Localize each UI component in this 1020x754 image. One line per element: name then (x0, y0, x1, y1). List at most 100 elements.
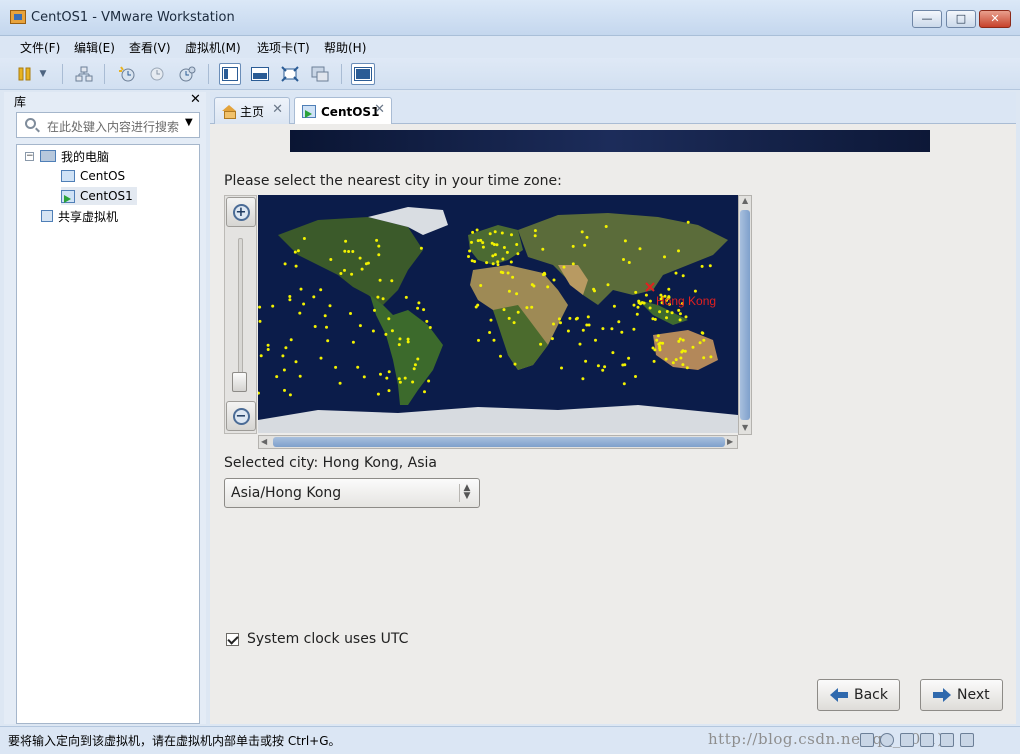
snapshot-manager-icon[interactable] (176, 63, 198, 85)
next-button[interactable]: Next (920, 679, 1003, 711)
utc-checkbox[interactable] (226, 632, 239, 646)
city-dot (427, 379, 431, 383)
utc-option[interactable]: System clock uses UTC (226, 631, 408, 647)
display-icon[interactable] (960, 733, 974, 747)
tab-home[interactable]: 主页 ✕ (214, 97, 290, 124)
zoom-out-button[interactable]: − (226, 401, 256, 431)
console-view-icon[interactable] (219, 63, 241, 85)
vm-console[interactable]: Please select the nearest city in your t… (210, 124, 1016, 724)
vm-icon (61, 170, 75, 182)
city-dot (467, 255, 470, 258)
menu-help[interactable]: 帮助(H) (324, 39, 366, 56)
cd-icon[interactable] (880, 733, 894, 747)
toolbar-separator (208, 64, 209, 84)
city-dot (356, 365, 360, 369)
scroll-down-icon[interactable]: ▼ (742, 423, 748, 432)
library-search-input[interactable]: 在此处键入内容进行搜索 ▼ (16, 112, 200, 138)
tree-item-centos1[interactable]: CentOS1 (61, 187, 137, 205)
back-button[interactable]: Back (817, 679, 900, 711)
city-dot (636, 305, 640, 309)
thumbnail-icon[interactable] (309, 63, 331, 85)
window-title: CentOS1 - VMware Workstation (31, 10, 235, 25)
tab-centos1[interactable]: CentOS1 ✕ (294, 97, 392, 125)
city-dot (489, 318, 493, 322)
city-dot (283, 388, 286, 392)
tree-item-centos[interactable]: CentOS (61, 167, 125, 185)
city-dot (349, 312, 352, 315)
map-vertical-scrollbar[interactable]: ▲ ▼ (738, 195, 752, 435)
scroll-thumb[interactable] (273, 437, 725, 447)
zoom-slider-handle[interactable] (232, 372, 247, 392)
snapshot-icon[interactable] (116, 63, 138, 85)
city-dot (275, 375, 279, 379)
tab-close-icon[interactable]: ✕ (272, 102, 283, 117)
select-spinner-icon: ▲ ▼ (459, 484, 474, 502)
city-dot (610, 327, 614, 331)
menu-file[interactable]: 文件(F) (20, 39, 60, 56)
zoom-in-button[interactable]: + (226, 197, 256, 227)
unity-icon[interactable] (279, 63, 301, 85)
city-dot (642, 301, 646, 305)
city-dot (702, 338, 706, 342)
map-horizontal-scrollbar[interactable]: ◀ ▶ (258, 435, 738, 449)
library-close-icon[interactable]: ✕ (190, 92, 201, 107)
toolbar-separator (62, 64, 63, 84)
toolbar-separator (341, 64, 342, 84)
city-dot (539, 342, 543, 346)
city-dot (530, 305, 534, 309)
hdd-icon[interactable] (860, 733, 874, 747)
menu-vm[interactable]: 虚拟机(M) (185, 39, 241, 56)
city-dot (685, 366, 689, 370)
back-label: Back (854, 687, 888, 703)
close-button[interactable]: ✕ (979, 10, 1011, 28)
library-panel: 库 ✕ 在此处键入内容进行搜索 ▼ − 我的电脑 CentOS CentOS1 … (4, 92, 206, 724)
menu-tabs[interactable]: 选项卡(T) (257, 39, 310, 56)
scroll-up-icon[interactable]: ▲ (742, 196, 748, 205)
tree-label: 共享虚拟机 (58, 209, 119, 224)
scroll-right-icon[interactable]: ▶ (727, 437, 733, 446)
minimize-button[interactable]: — (912, 10, 942, 28)
menu-edit[interactable]: 编辑(E) (74, 39, 115, 56)
network-status-icon[interactable] (900, 733, 914, 747)
scroll-left-icon[interactable]: ◀ (261, 437, 267, 446)
city-dot (585, 323, 589, 327)
pause-icon[interactable] (14, 63, 36, 85)
city-dot (652, 359, 656, 363)
city-dot (693, 289, 697, 293)
fullscreen-icon[interactable] (249, 63, 271, 85)
tree-item-my-computer[interactable]: − 我的电脑 (25, 147, 109, 165)
scroll-thumb[interactable] (740, 210, 750, 420)
city-dot (266, 348, 270, 351)
dropdown-icon[interactable]: ▼ (36, 63, 50, 85)
network-icon[interactable] (73, 63, 95, 85)
city-dot (339, 272, 343, 275)
city-dot (586, 315, 590, 319)
revert-icon[interactable] (146, 63, 168, 85)
menu-view[interactable]: 查看(V) (129, 39, 171, 56)
tree-item-shared-vms[interactable]: 共享虚拟机 (41, 207, 118, 225)
city-dot (581, 328, 585, 332)
city-dot (258, 319, 262, 323)
city-dot (552, 322, 555, 326)
timezone-select[interactable]: Asia/Hong Kong ▲ ▼ (224, 478, 480, 508)
city-dot (416, 357, 420, 361)
city-dot (366, 261, 370, 265)
city-dot (288, 298, 292, 302)
zoom-track[interactable] (238, 238, 243, 388)
maximize-button[interactable]: □ (946, 10, 976, 28)
usb-icon[interactable] (920, 733, 934, 747)
city-dot (684, 315, 688, 319)
world-map[interactable]: Hong Kong (258, 195, 738, 433)
city-dot (541, 247, 545, 251)
collapse-icon[interactable]: − (25, 151, 34, 161)
sound-icon[interactable] (940, 733, 954, 747)
city-dot (343, 268, 346, 272)
city-dot (298, 311, 302, 315)
library-view-icon[interactable] (351, 63, 375, 85)
city-dot (373, 308, 376, 312)
city-dot (326, 339, 330, 343)
search-placeholder: 在此处键入内容进行搜索 (47, 120, 180, 134)
city-dot (476, 239, 480, 243)
tab-close-icon[interactable]: ✕ (374, 102, 385, 117)
search-dropdown-icon[interactable]: ▼ (185, 117, 193, 128)
